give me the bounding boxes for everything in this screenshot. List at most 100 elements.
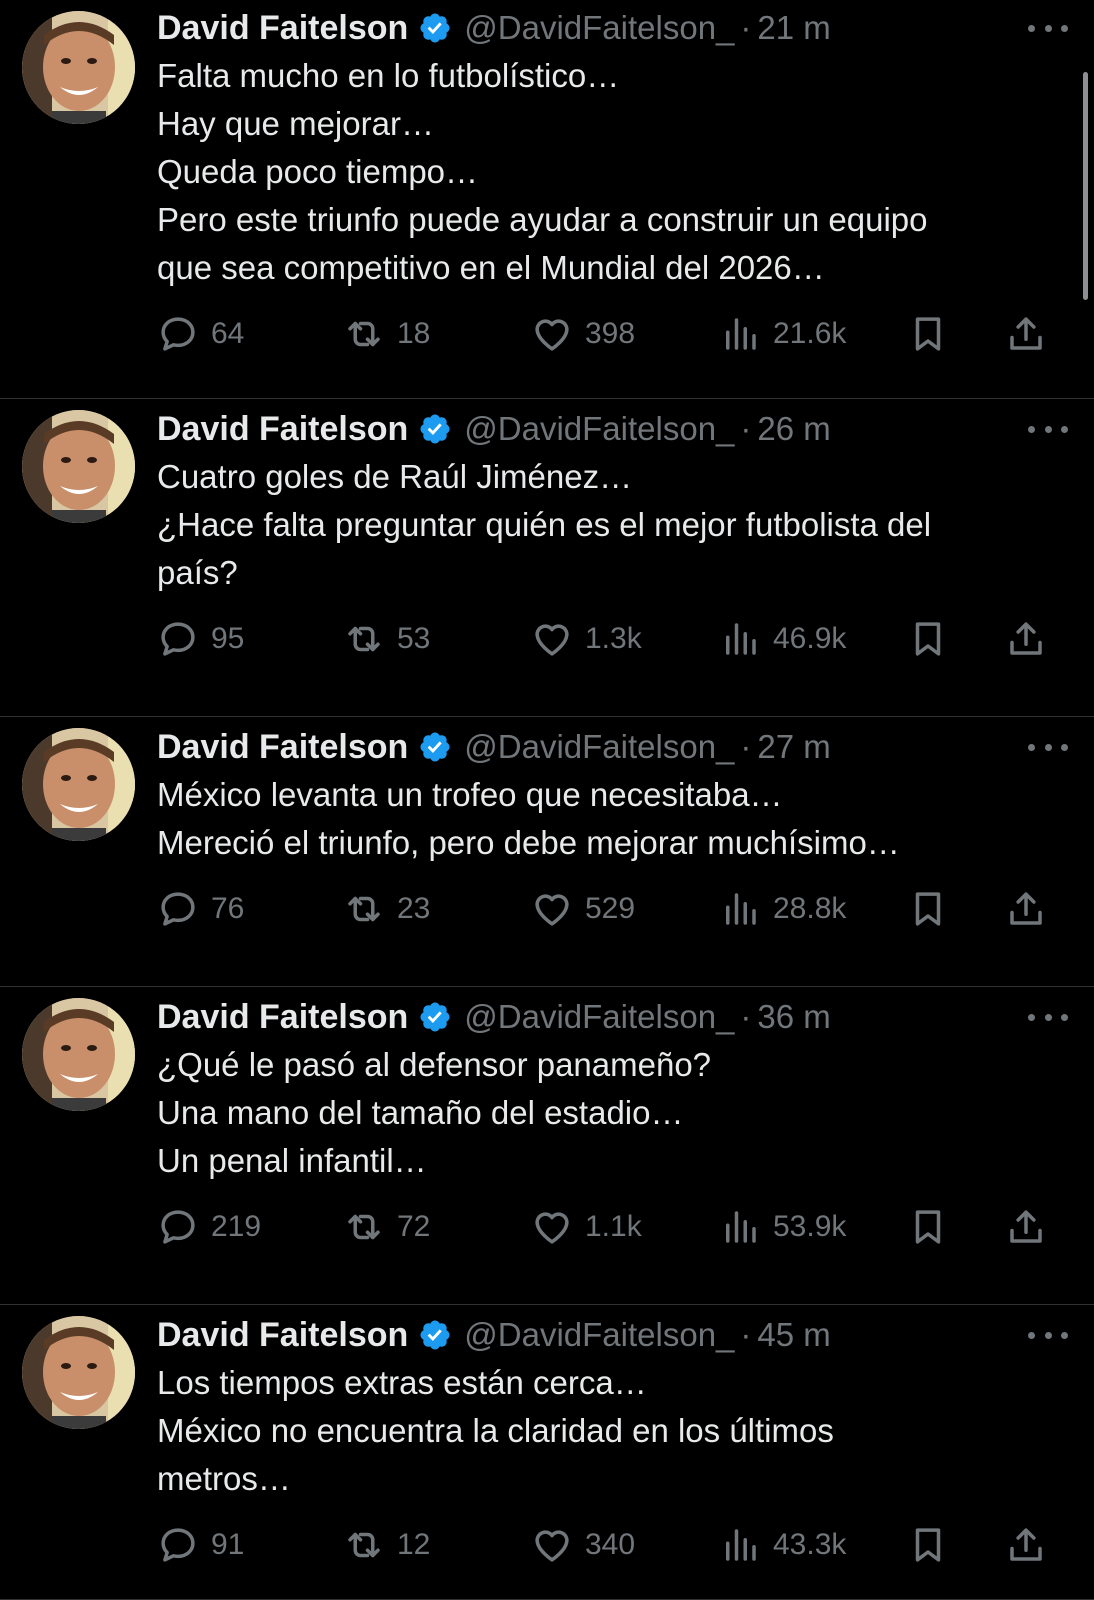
tweet[interactable]: David Faitelson @DavidFaitelson_ · 36 m … (0, 987, 1094, 1305)
author-name[interactable]: David Faitelson (157, 9, 408, 48)
repost-count: 18 (397, 317, 431, 350)
verified-badge-icon (418, 11, 452, 45)
avatar[interactable] (22, 728, 135, 841)
tweet-text-line: que sea competitivo en el Mundial del 20… (157, 249, 825, 286)
bookmark-button[interactable] (907, 609, 949, 669)
bookmark-button[interactable] (907, 879, 949, 939)
tweet-text-line: Los tiempos extras están cerca… (157, 1364, 647, 1401)
heart-icon (535, 894, 569, 926)
scrollbar[interactable] (1083, 72, 1088, 300)
views-button[interactable]: 53.9k (719, 1197, 846, 1257)
share-icon (1010, 1210, 1042, 1243)
more-options-icon[interactable] (1028, 1329, 1068, 1341)
author-name[interactable]: David Faitelson (157, 410, 408, 449)
tweet-header: David Faitelson @DavidFaitelson_ · 26 m (157, 410, 1068, 449)
more-options-icon[interactable] (1028, 423, 1068, 435)
tweet[interactable]: David Faitelson @DavidFaitelson_ · 26 m … (0, 399, 1094, 717)
author-name[interactable]: David Faitelson (157, 728, 408, 767)
tweet-text-line: metros… (157, 1460, 291, 1497)
author-handle[interactable]: @DavidFaitelson_ (464, 410, 734, 448)
tweet-actions: 219 72 1.1k 53.9k (157, 1197, 1064, 1257)
repost-button[interactable]: 12 (343, 1515, 430, 1575)
tweet[interactable]: David Faitelson @DavidFaitelson_ · 21 m … (0, 0, 1094, 399)
bookmark-button[interactable] (907, 304, 949, 364)
tweet-time[interactable]: 36 m (757, 998, 830, 1036)
tweet-time[interactable]: 26 m (757, 410, 830, 448)
repost-icon (348, 1532, 380, 1558)
avatar[interactable] (22, 11, 135, 124)
reply-count: 91 (211, 1528, 245, 1561)
tweet-text-line: Queda poco tiempo… (157, 153, 479, 190)
tweet-text-line: Pero este triunfo puede ayudar a constru… (157, 201, 928, 238)
share-button[interactable] (1005, 304, 1047, 364)
tweet-actions: 64 18 398 21.6k (157, 304, 1064, 364)
like-button[interactable]: 398 (531, 304, 635, 364)
tweet-text: Los tiempos extras están cerca… México n… (157, 1359, 1064, 1503)
like-button[interactable]: 529 (531, 879, 635, 939)
tweet[interactable]: David Faitelson @DavidFaitelson_ · 45 m … (0, 1305, 1094, 1600)
author-name[interactable]: David Faitelson (157, 998, 408, 1037)
repost-button[interactable]: 23 (343, 879, 430, 939)
separator-dot: · (740, 1316, 752, 1353)
author-handle[interactable]: @DavidFaitelson_ (464, 9, 734, 47)
share-button[interactable] (1005, 609, 1047, 669)
views-button[interactable]: 21.6k (719, 304, 846, 364)
author-handle[interactable]: @DavidFaitelson_ (464, 998, 734, 1036)
tweet-text: ¿Qué le pasó al defensor panameño? Una m… (157, 1041, 1064, 1185)
repost-button[interactable]: 53 (343, 609, 430, 669)
verified-badge-icon (418, 1000, 452, 1034)
reply-button[interactable]: 76 (157, 879, 244, 939)
reply-icon (161, 1528, 195, 1562)
reply-button[interactable]: 95 (157, 609, 244, 669)
bookmark-icon (915, 1210, 941, 1244)
views-chart-icon (726, 893, 756, 925)
views-count: 43.3k (773, 1528, 847, 1561)
tweet-text-line: ¿Hace falta preguntar quién es el mejor … (157, 506, 932, 543)
tweet-text-line: Un penal infantil… (157, 1142, 427, 1179)
more-options-icon[interactable] (1028, 22, 1068, 34)
author-handle[interactable]: @DavidFaitelson_ (464, 1316, 734, 1354)
more-options-icon[interactable] (1028, 741, 1068, 753)
views-chart-icon (726, 623, 756, 655)
reply-button[interactable]: 64 (157, 304, 244, 364)
bookmark-icon (915, 622, 941, 656)
views-button[interactable]: 43.3k (719, 1515, 846, 1575)
views-count: 21.6k (773, 317, 847, 350)
repost-button[interactable]: 18 (343, 304, 430, 364)
tweet-feed: David Faitelson @DavidFaitelson_ · 21 m … (0, 0, 1094, 1600)
tweet-actions: 95 53 1.3k 46.9k (157, 609, 1064, 669)
tweet-actions: 76 23 529 28.8k (157, 879, 1064, 939)
more-options-icon[interactable] (1028, 1011, 1068, 1023)
views-button[interactable]: 46.9k (719, 609, 846, 669)
tweet-time[interactable]: 27 m (757, 728, 830, 766)
like-button[interactable]: 1.3k (531, 609, 642, 669)
author-handle[interactable]: @DavidFaitelson_ (464, 728, 734, 766)
bookmark-button[interactable] (907, 1197, 949, 1257)
share-icon (1010, 317, 1042, 350)
avatar[interactable] (22, 998, 135, 1111)
reply-button[interactable]: 219 (157, 1197, 261, 1257)
like-button[interactable]: 1.1k (531, 1197, 642, 1257)
bookmark-icon (915, 1528, 941, 1562)
views-count: 53.9k (773, 1210, 847, 1243)
tweet-text-line: Mereció el triunfo, pero debe mejorar mu… (157, 824, 900, 861)
share-button[interactable] (1005, 1515, 1047, 1575)
author-name[interactable]: David Faitelson (157, 1316, 408, 1355)
share-icon (1010, 1528, 1042, 1561)
share-button[interactable] (1005, 879, 1047, 939)
avatar[interactable] (22, 410, 135, 523)
repost-button[interactable]: 72 (343, 1197, 430, 1257)
tweet[interactable]: David Faitelson @DavidFaitelson_ · 27 m … (0, 717, 1094, 987)
tweet-time[interactable]: 21 m (757, 9, 830, 47)
verified-badge-icon (418, 412, 452, 446)
views-button[interactable]: 28.8k (719, 879, 846, 939)
bookmark-button[interactable] (907, 1515, 949, 1575)
separator-dot: · (740, 728, 752, 765)
reply-button[interactable]: 91 (157, 1515, 244, 1575)
avatar[interactable] (22, 1316, 135, 1429)
like-button[interactable]: 340 (531, 1515, 635, 1575)
verified-badge-icon (418, 1318, 452, 1352)
tweet-time[interactable]: 45 m (757, 1316, 830, 1354)
share-button[interactable] (1005, 1197, 1047, 1257)
bookmark-icon (915, 892, 941, 926)
